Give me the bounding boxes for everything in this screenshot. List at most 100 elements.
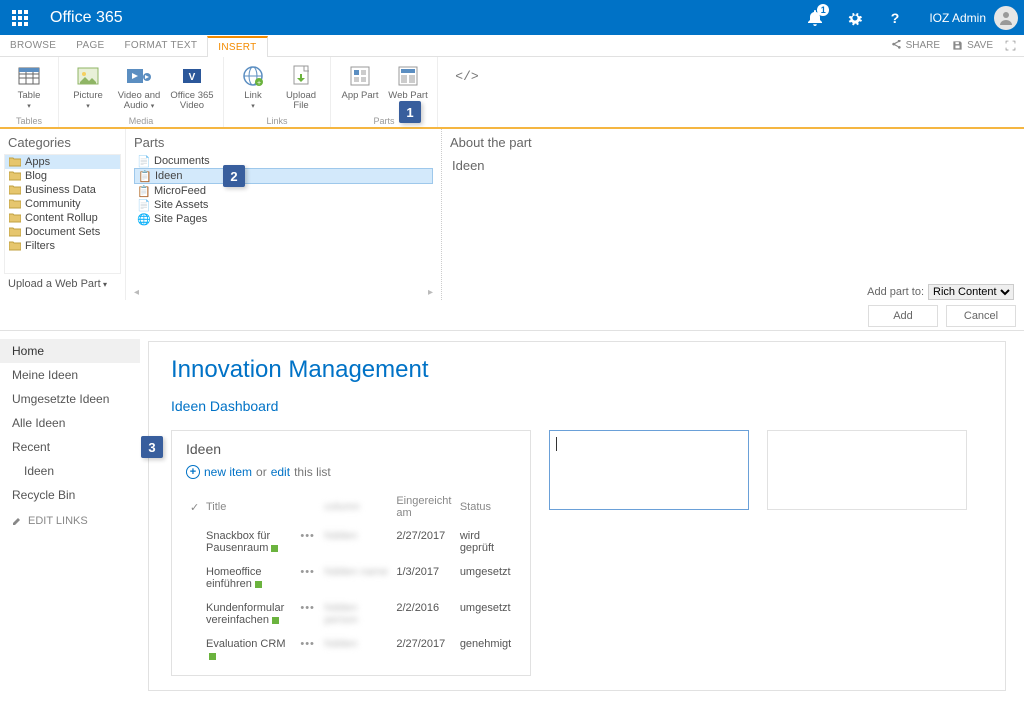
parts-title: Parts	[126, 135, 441, 154]
avatar-icon	[994, 6, 1018, 30]
edit-links[interactable]: EDIT LINKS	[0, 507, 140, 535]
ql-recent[interactable]: Recent	[0, 435, 140, 459]
upload-webpart-link[interactable]: Upload a Web Part	[0, 274, 125, 294]
part-microfeed[interactable]: 📋MicroFeed	[134, 184, 433, 198]
user-menu[interactable]: IOZ Admin	[929, 6, 1018, 30]
ribbon-item-app-part[interactable]: App Part	[337, 59, 383, 116]
col-status[interactable]: Status	[458, 491, 514, 523]
ribbon-item-link[interactable]: + Link▾	[230, 59, 276, 116]
ql-ideen[interactable]: Ideen	[0, 459, 140, 483]
tab-browse[interactable]: BROWSE	[0, 35, 66, 56]
callout-3: 3	[141, 436, 163, 458]
part-site-pages[interactable]: 🌐Site Pages	[134, 212, 433, 226]
tab-insert[interactable]: INSERT	[207, 36, 267, 57]
svg-text:?: ?	[891, 10, 900, 26]
table-row[interactable]: Evaluation CRM ••• hidden 2/27/2017 gene…	[188, 633, 514, 667]
ribbon-item-o365-video[interactable]: V Office 365 Video	[167, 59, 217, 116]
notifications-icon[interactable]: 1	[795, 0, 835, 35]
ql-home[interactable]: Home	[0, 339, 140, 363]
ribbon-group-tables: Table▾ Tables	[0, 57, 59, 128]
ql-recycle-bin[interactable]: Recycle Bin	[0, 483, 140, 507]
ql-meine-ideen[interactable]: Meine Ideen	[0, 363, 140, 387]
ribbon-item-table[interactable]: Table▾	[6, 59, 52, 116]
col-title[interactable]: Title	[204, 491, 296, 523]
webpart-ideen: Ideen + new item or edit this list ✓ Tit…	[171, 430, 531, 676]
tab-format-text[interactable]: FORMAT TEXT	[115, 35, 208, 56]
category-content-rollup[interactable]: Content Rollup	[5, 211, 120, 225]
category-apps[interactable]: Apps	[5, 155, 120, 169]
webpart-title: Ideen	[186, 441, 516, 457]
new-tag-icon	[209, 653, 216, 660]
svg-text:V: V	[189, 72, 196, 83]
add-part-to-row: Add part to: Rich Content	[867, 284, 1014, 300]
ribbon-group-links: + Link▾ Upload File Links	[224, 57, 331, 128]
help-icon[interactable]: ?	[875, 0, 915, 35]
part-ideen[interactable]: 📋Ideen 2	[134, 168, 433, 184]
rich-content-zone-active[interactable]	[549, 430, 749, 510]
quicklaunch: Home Meine Ideen Umgesetzte Ideen Alle I…	[0, 331, 140, 701]
category-document-sets[interactable]: Document Sets	[5, 225, 120, 239]
part-site-assets[interactable]: 📄Site Assets	[134, 198, 433, 212]
part-documents[interactable]: 📄Documents	[134, 154, 433, 168]
tab-page[interactable]: PAGE	[66, 35, 114, 56]
page-body: Home Meine Ideen Umgesetzte Ideen Alle I…	[0, 331, 1024, 701]
categories-column: Categories Apps Blog Business Data Commu…	[0, 129, 126, 300]
parts-column: Parts 📄Documents 📋Ideen 2 📋MicroFeed 📄Si…	[126, 129, 442, 300]
ribbon-body: Table▾ Tables Picture▾ Video and Audio ▾…	[0, 57, 1024, 129]
zone-row: 3 Ideen + new item or edit this list ✓	[171, 430, 983, 676]
ribbon-group-media: Picture▾ Video and Audio ▾ V Office 365 …	[59, 57, 224, 128]
plus-icon[interactable]: +	[186, 465, 200, 479]
username: IOZ Admin	[929, 11, 986, 25]
item-menu-icon[interactable]: •••	[300, 602, 315, 614]
list-table: ✓ Title column Eingereicht am Status	[186, 489, 516, 669]
text-cursor	[556, 437, 557, 451]
add-part-to-select[interactable]: Rich Content	[928, 284, 1014, 300]
ribbon-item-picture[interactable]: Picture▾	[65, 59, 111, 116]
content-box: Innovation Management Ideen Dashboard 3 …	[148, 341, 1006, 691]
new-item-row: + new item or edit this list	[186, 465, 516, 479]
cancel-button[interactable]: Cancel	[946, 305, 1016, 327]
ql-alle-ideen[interactable]: Alle Ideen	[0, 411, 140, 435]
save-button[interactable]: SAVE	[952, 40, 993, 51]
ribbon-item-video-audio[interactable]: Video and Audio ▾	[113, 59, 165, 116]
item-menu-icon[interactable]: •••	[300, 566, 315, 578]
col-date[interactable]: Eingereicht am	[394, 491, 455, 523]
scroll-left-icon[interactable]: ◂	[134, 287, 139, 298]
item-menu-icon[interactable]: •••	[300, 638, 315, 650]
settings-icon[interactable]	[835, 0, 875, 35]
edit-link[interactable]: edit	[271, 465, 290, 479]
table-row[interactable]: Kundenformular vereinfachen ••• hidden p…	[188, 597, 514, 631]
item-menu-icon[interactable]: •••	[300, 530, 315, 542]
ribbon-tabs: BROWSE PAGE FORMAT TEXT INSERT SHARE SAV…	[0, 35, 1024, 57]
table-row[interactable]: Homeoffice einführen ••• hidden name 1/3…	[188, 561, 514, 595]
category-filters[interactable]: Filters	[5, 239, 120, 253]
table-row[interactable]: Snackbox für Pausenraum ••• hidden 2/27/…	[188, 525, 514, 559]
app-launcher-icon[interactable]	[0, 0, 40, 35]
new-tag-icon	[272, 617, 279, 624]
col-check[interactable]: ✓	[188, 491, 202, 523]
ribbon-item-embed-code[interactable]: </>	[444, 59, 490, 116]
callout-1: 1	[399, 101, 421, 123]
page-subtitle: Ideen Dashboard	[171, 398, 983, 414]
category-business-data[interactable]: Business Data	[5, 183, 120, 197]
ribbon-item-upload-file[interactable]: Upload File	[278, 59, 324, 116]
categories-list[interactable]: Apps Blog Business Data Community Conten…	[4, 154, 121, 274]
ribbon-group-parts: App Part Web Part Parts 1	[331, 57, 438, 128]
ql-umgesetzte-ideen[interactable]: Umgesetzte Ideen	[0, 387, 140, 411]
add-button[interactable]: Add	[868, 305, 938, 327]
category-community[interactable]: Community	[5, 197, 120, 211]
webpart-picker: Categories Apps Blog Business Data Commu…	[0, 129, 1024, 331]
content-area: Innovation Management Ideen Dashboard 3 …	[140, 331, 1024, 701]
category-blog[interactable]: Blog	[5, 169, 120, 183]
about-body: Ideen	[442, 154, 1024, 177]
rich-content-zone-empty[interactable]	[767, 430, 967, 510]
share-button[interactable]: SHARE	[891, 40, 940, 51]
brand-title[interactable]: Office 365	[50, 9, 123, 27]
page-title: Innovation Management	[171, 356, 983, 384]
new-tag-icon	[271, 545, 278, 552]
scroll-right-icon[interactable]: ▸	[428, 287, 433, 298]
focus-icon[interactable]	[1005, 40, 1016, 51]
suite-bar: Office 365 1 ? IOZ Admin	[0, 0, 1024, 35]
new-tag-icon	[255, 581, 262, 588]
new-item-link[interactable]: new item	[204, 465, 252, 479]
